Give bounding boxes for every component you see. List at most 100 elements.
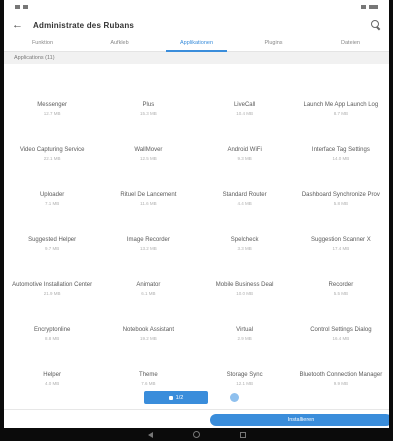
battery-icon (369, 5, 378, 9)
app-name: Spelcheck (230, 236, 259, 243)
app-item[interactable]: Android WiFi 9.3 MB (197, 131, 293, 176)
app-size: 9.3 MB (237, 155, 252, 161)
app-item[interactable]: Suggested Helper 9.7 MB (4, 221, 100, 266)
app-size: 16.4 MB (332, 335, 350, 341)
nav-recents-icon[interactable] (239, 431, 246, 438)
app-item[interactable]: Standard Router 4.4 MB (197, 176, 293, 221)
page-icon (168, 395, 173, 400)
app-item[interactable]: LiveCall 10.4 MB (197, 86, 293, 131)
app-size: 5.5 MB (333, 290, 348, 296)
app-item[interactable]: Control Settings Dialog 16.4 MB (293, 311, 389, 356)
app-name: Mobile Business Deal (215, 281, 274, 288)
app-name: Rituel De Lancement (120, 191, 177, 198)
page-indicator-current[interactable]: 1/2 (144, 391, 208, 404)
nav-back-icon[interactable] (147, 431, 153, 438)
nav-home-icon[interactable] (192, 431, 200, 438)
section-header: Applications (11) (4, 52, 389, 64)
app-name: Virtual (236, 326, 254, 333)
app-item[interactable]: Suggestion Scanner X 17.4 MB (293, 221, 389, 266)
system-nav-bar (0, 428, 393, 441)
app-size: 10.0 MB (236, 290, 253, 296)
app-item[interactable]: Spelcheck 3.3 MB (197, 221, 293, 266)
app-item[interactable]: Helper 4.0 MB (4, 356, 100, 401)
app-name: Notebook Assistant (122, 326, 175, 333)
app-name: Animator (136, 281, 161, 288)
notification-icon (23, 5, 28, 9)
tab-applikationen[interactable]: Applikationen (158, 36, 235, 52)
divider (4, 409, 389, 410)
tab-aufkleb[interactable]: Aufkleb (81, 36, 158, 51)
app-name: Suggested Helper (28, 236, 77, 243)
status-bar (4, 0, 389, 14)
app-item[interactable]: Notebook Assistant 19.2 MB (100, 311, 196, 356)
app-size: 3.3 MB (237, 245, 252, 251)
app-size: 9.9 MB (333, 380, 348, 386)
app-item[interactable]: Animator 6.1 MB (100, 266, 196, 311)
app-name: Control Settings Dialog (310, 326, 372, 333)
app-size: 17.4 MB (332, 245, 350, 251)
app-grid: Messenger 12.7 MB Plus 15.3 MB LiveCall 10.4 … (4, 86, 389, 401)
section-title: Applications (11) (14, 55, 55, 61)
app-name: Interface Tag Settings (311, 146, 370, 153)
back-arrow-icon[interactable]: ← (12, 19, 23, 31)
tab-funktion[interactable]: Funktion (4, 36, 81, 51)
app-size: 15.3 MB (139, 110, 157, 116)
notification-icon (15, 5, 20, 9)
app-size: 12.5 MB (139, 155, 157, 161)
app-item[interactable]: Uploader 7.1 MB (4, 176, 100, 221)
app-size: 7.1 MB (44, 200, 60, 206)
status-left (12, 5, 28, 9)
page-title: Administrate des Rubans (33, 20, 135, 30)
app-item[interactable]: Image Recorder 13.2 MB (100, 221, 196, 266)
app-size: 10.4 MB (236, 110, 253, 116)
status-right (361, 5, 381, 9)
app-name: Storage Sync (226, 371, 263, 378)
app-size: 4.0 MB (44, 380, 60, 386)
app-item[interactable]: Mobile Business Deal 10.0 MB (197, 266, 293, 311)
app-item[interactable]: Virtual 2.9 MB (197, 311, 293, 356)
app-name: Encryptonline (33, 326, 71, 333)
app-name: Standard Router (222, 191, 267, 198)
app-name: Helper (43, 371, 61, 378)
app-item[interactable]: Plus 15.3 MB (100, 86, 196, 131)
app-size: 4.4 MB (237, 200, 252, 206)
search-icon[interactable] (371, 20, 381, 30)
app-item[interactable]: Interface Tag Settings 14.0 MB (293, 131, 389, 176)
signal-icon (361, 5, 366, 9)
app-item[interactable]: Rituel De Lancement 11.6 MB (100, 176, 196, 221)
app-item[interactable]: Bluetooth Connection Manager 9.9 MB (293, 356, 389, 401)
app-name: Bluetooth Connection Manager (299, 371, 383, 378)
app-item[interactable]: Recorder 5.5 MB (293, 266, 389, 311)
screen: ← Administrate des Rubans Funktion Aufkl… (4, 0, 389, 428)
app-item[interactable]: WallMover 12.5 MB (100, 131, 196, 176)
app-item[interactable]: Dashboard Synchronize Prov 5.8 MB (293, 176, 389, 221)
app-name: Theme (139, 371, 158, 378)
app-name: Suggestion Scanner X (311, 236, 371, 243)
app-name: Plus (142, 101, 155, 108)
app-size: 8.7 MB (333, 110, 348, 116)
app-item[interactable]: Messenger 12.7 MB (4, 86, 100, 131)
app-size: 12.7 MB (43, 110, 61, 116)
tab-dateien[interactable]: Dateien (312, 36, 389, 51)
app-name: WallMover (134, 146, 163, 153)
app-name: Messenger (37, 101, 67, 108)
app-size: 22.1 MB (43, 155, 61, 161)
app-size: 5.8 MB (333, 200, 348, 206)
app-item[interactable]: Video Capturing Service 22.1 MB (4, 131, 100, 176)
app-item[interactable]: Launch Me App Launch Log 8.7 MB (293, 86, 389, 131)
app-item[interactable]: Encryptonline 8.8 MB (4, 311, 100, 356)
tab-plugins[interactable]: Plugins (235, 36, 312, 51)
app-size: 13.2 MB (139, 245, 157, 251)
page-label: 1/2 (175, 394, 184, 401)
install-button[interactable]: Installieren (210, 414, 389, 426)
app-size: 9.7 MB (44, 245, 60, 251)
app-size: 6.1 MB (141, 290, 156, 296)
page-indicator-next[interactable] (230, 393, 239, 402)
app-name: Launch Me App Launch Log (303, 101, 379, 108)
app-bar: ← Administrate des Rubans (4, 14, 389, 36)
app-size: 8.8 MB (44, 335, 60, 341)
pager: 1/2 (144, 391, 239, 404)
app-name: Uploader (39, 191, 65, 198)
tab-bar: Funktion Aufkleb Applikationen Plugins D… (4, 36, 389, 52)
app-item[interactable]: Automotive Installation Center 21.9 MB (4, 266, 100, 311)
